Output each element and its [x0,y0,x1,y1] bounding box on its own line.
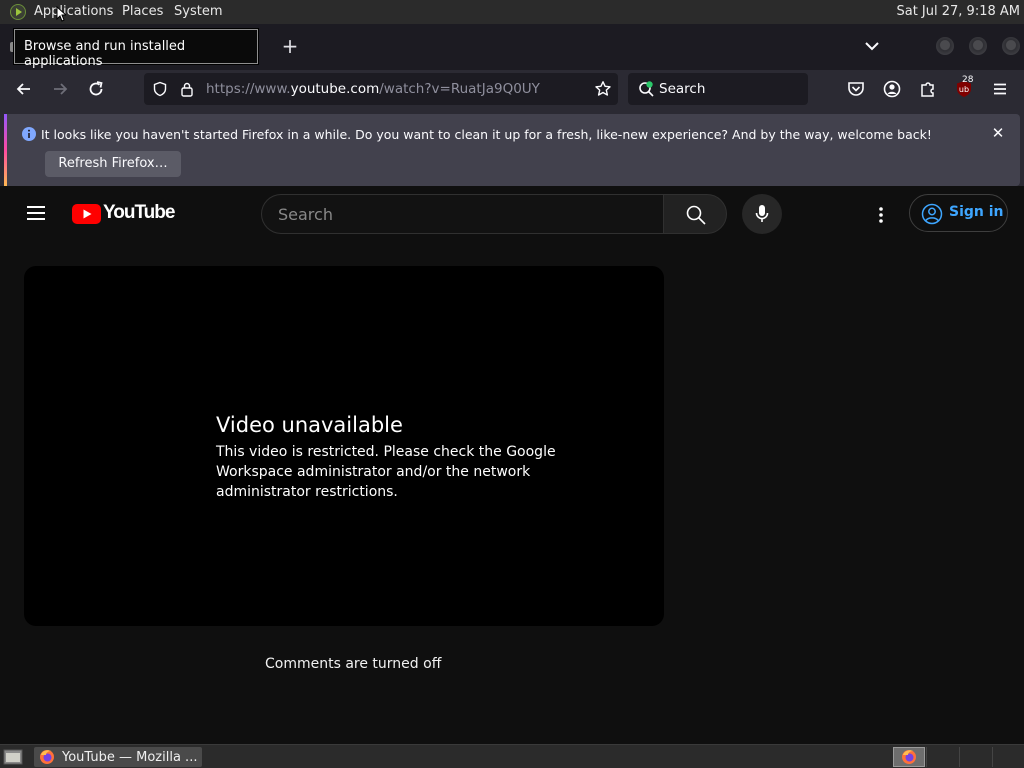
mouse-cursor-icon [56,6,66,22]
svg-text:ub: ub [959,85,969,94]
applications-tooltip: Browse and run installed applications [14,29,258,69]
account-icon[interactable] [882,79,902,99]
user-circle-icon [921,203,943,225]
youtube-search-placeholder: Search [278,205,333,224]
search-bar[interactable]: Search [628,73,808,105]
tracking-protection-shield-icon[interactable] [152,81,168,97]
search-icon [686,205,706,225]
voice-search-button[interactable] [742,194,782,234]
applications-logo-icon[interactable] [10,4,26,20]
microphone-icon [755,205,769,222]
hamburger-menu-icon[interactable] [990,79,1010,99]
lock-icon[interactable] [180,81,194,97]
youtube-search-input[interactable]: Search [261,194,663,234]
places-menu[interactable]: Places [122,4,163,19]
minimize-button[interactable] [936,37,954,55]
video-error-message: This video is restricted. Please check t… [216,444,556,500]
youtube-page: YouTube Search Sign in Video unavailable… [0,186,1024,744]
firefox-icon [40,750,54,764]
sign-in-button[interactable]: Sign in [909,194,1008,232]
youtube-search-button[interactable] [663,194,727,234]
search-bar-placeholder: Search [659,81,706,97]
url-text[interactable]: https://www.youtube.com/watch?v=RuatJa9Q… [206,81,540,97]
notification-close-icon[interactable]: ✕ [991,126,1005,141]
list-all-tabs-icon[interactable] [862,36,882,56]
system-menu[interactable]: System [174,4,222,19]
workspace-4[interactable] [992,747,1024,767]
new-tab-button[interactable]: + [278,34,302,58]
back-arrow-icon[interactable] [14,79,34,99]
search-engine-icon[interactable] [638,80,656,98]
maximize-button[interactable] [969,37,987,55]
comments-status: Comments are turned off [265,656,442,672]
applications-menu[interactable]: Applications [34,4,113,19]
close-window-button[interactable] [1002,37,1020,55]
panel-clock[interactable]: Sat Jul 27, 9:18 AM [896,4,1020,19]
taskbar-firefox-window[interactable]: YouTube — Mozilla ... [34,747,202,767]
info-icon [22,127,36,141]
youtube-logo-text: YouTube [103,202,175,223]
more-options-icon[interactable] [874,206,888,224]
refresh-firefox-button[interactable]: Refresh Firefox… [45,151,181,177]
url-bar[interactable]: https://www.youtube.com/watch?v=RuatJa9Q… [144,73,618,105]
forward-arrow-icon[interactable] [50,79,70,99]
video-player[interactable]: Video unavailable This video is restrict… [24,266,664,626]
extension-badge-count: 28 [962,75,974,85]
pocket-icon[interactable] [846,79,866,99]
workspace-1[interactable] [893,747,925,767]
bottom-panel: YouTube — Mozilla ... [0,744,1024,768]
extensions-puzzle-icon[interactable] [918,79,938,99]
youtube-play-logo-icon [72,204,101,224]
reload-icon[interactable] [86,79,106,99]
navigation-toolbar: https://www.youtube.com/watch?v=RuatJa9Q… [0,70,1024,108]
top-panel: Applications Places System Sat Jul 27, 9… [0,0,1024,24]
firefox-icon [902,750,916,764]
workspace-2[interactable] [926,747,958,767]
guide-menu-icon[interactable] [26,204,46,222]
sign-in-label: Sign in [949,204,1004,220]
taskbar-window-label: YouTube — Mozilla ... [62,750,198,765]
show-desktop-icon[interactable] [3,748,23,766]
bookmark-star-icon[interactable] [594,80,612,98]
video-error-title: Video unavailable [216,413,403,437]
workspace-3[interactable] [959,747,991,767]
notification-message: It looks like you haven't started Firefo… [41,127,932,142]
